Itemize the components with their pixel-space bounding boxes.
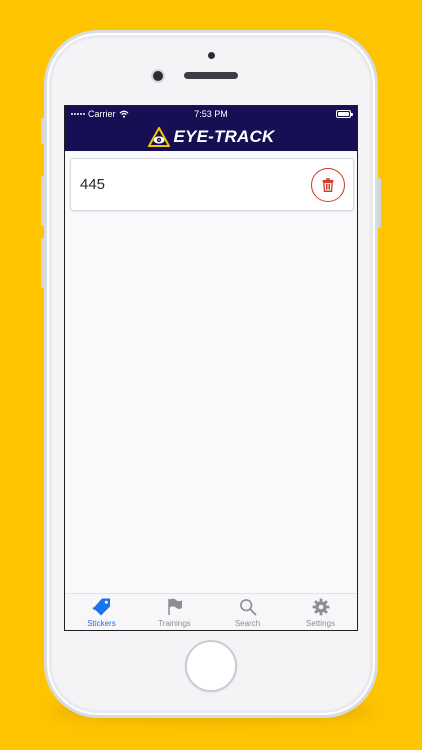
delete-button[interactable] [311, 168, 345, 202]
eye-triangle-logo-icon [147, 127, 170, 147]
app-header: EYE-TRACK [65, 123, 357, 151]
status-bar: Carrier 7:53 PM [65, 106, 357, 123]
app-screen: Carrier 7:53 PM EYE-TRACK 445 Stickers T… [64, 105, 358, 631]
tab-stickers[interactable]: Stickers [65, 594, 138, 630]
flag-icon [164, 597, 186, 617]
tab-bar: Stickers Trainings Search Settings [65, 593, 357, 630]
battery-level [338, 112, 349, 116]
status-time: 7:53 PM [194, 109, 228, 119]
tab-settings[interactable]: Settings [284, 594, 357, 630]
tab-label: Stickers [87, 619, 116, 628]
tab-label: Settings [306, 619, 335, 628]
tab-trainings[interactable]: Trainings [138, 594, 211, 630]
tab-label: Trainings [158, 619, 191, 628]
earpiece-speaker [184, 72, 238, 79]
gear-icon [310, 597, 332, 617]
battery-icon [336, 110, 353, 118]
home-button[interactable] [185, 640, 237, 692]
app-logo-text: EYE-TRACK [173, 127, 275, 146]
front-camera [153, 71, 163, 81]
sticker-list: 445 [65, 151, 357, 595]
search-icon [237, 597, 259, 617]
trash-icon [322, 178, 334, 192]
tab-search[interactable]: Search [211, 594, 284, 630]
proximity-sensor [208, 52, 215, 59]
tab-label: Search [234, 619, 261, 628]
list-item[interactable]: 445 [70, 158, 354, 211]
sticker-value: 445 [80, 176, 106, 193]
tag-icon [91, 597, 113, 617]
